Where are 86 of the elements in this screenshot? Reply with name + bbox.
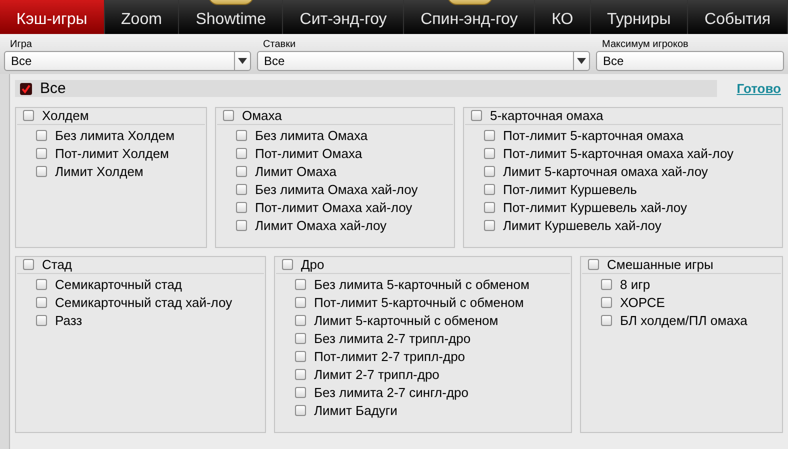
nav-tab[interactable]: Сит-энд-гоу: [283, 0, 404, 34]
checkbox[interactable]: [23, 110, 34, 121]
checkbox[interactable]: [236, 148, 247, 159]
nav-tab[interactable]: Zoom: [104, 0, 180, 34]
select-field[interactable]: Все: [596, 51, 784, 71]
group-title[interactable]: Дро: [301, 257, 324, 272]
checkbox[interactable]: [236, 202, 247, 213]
checkbox[interactable]: [295, 387, 306, 398]
option-label[interactable]: Пот-лимит Куршевель: [503, 182, 637, 197]
checkbox[interactable]: [36, 148, 47, 159]
checkbox[interactable]: [223, 110, 234, 121]
checkbox[interactable]: [236, 130, 247, 141]
option-label[interactable]: Без лимита 2-7 трипл-дро: [314, 331, 471, 346]
option-label[interactable]: Семикарточный стад: [55, 277, 182, 292]
checkbox[interactable]: [36, 166, 47, 177]
checkbox[interactable]: [601, 315, 612, 326]
checkbox[interactable]: [236, 166, 247, 177]
option-label[interactable]: Семикарточный стад хай-лоу: [55, 295, 232, 310]
option-label[interactable]: Пот-лимит Омаха: [255, 146, 362, 161]
checkbox[interactable]: [295, 369, 306, 380]
checkbox[interactable]: [295, 279, 306, 290]
nav-tab[interactable]: Турниры: [590, 0, 688, 34]
checkbox[interactable]: [295, 315, 306, 326]
option-label[interactable]: Пот-лимит 5-карточная омаха: [503, 128, 684, 143]
group-title[interactable]: Стад: [42, 257, 72, 272]
checkbox[interactable]: [484, 130, 495, 141]
checkbox[interactable]: [601, 297, 612, 308]
checkbox[interactable]: [484, 148, 495, 159]
option-label[interactable]: Пот-лимит Куршевель хай-лоу: [503, 200, 688, 215]
option-label[interactable]: Лимит Куршевель хай-лоу: [503, 218, 662, 233]
nav-tab[interactable]: События: [688, 0, 788, 34]
select-field[interactable]: Все: [257, 51, 590, 71]
option-label[interactable]: Разз: [55, 313, 82, 328]
option-label[interactable]: Лимит Омаха: [255, 164, 336, 179]
option-label[interactable]: Лимит Омаха хай-лоу: [255, 218, 387, 233]
option-label[interactable]: Без лимита 5-карточный с обменом: [314, 277, 530, 292]
all-label[interactable]: Все: [40, 80, 66, 97]
checkbox[interactable]: [23, 259, 34, 270]
select-field[interactable]: Все: [4, 51, 251, 71]
checkbox[interactable]: [295, 333, 306, 344]
option-label[interactable]: Лимит Бадуги: [314, 403, 398, 418]
option-label[interactable]: Лимит 2-7 трипл-дро: [314, 367, 440, 382]
option-label[interactable]: Лимит Холдем: [55, 164, 144, 179]
nav-tab[interactable]: Showtime: [179, 0, 284, 34]
option-label[interactable]: Без лимита Холдем: [55, 128, 175, 143]
option-label[interactable]: Без лимита Омаха: [255, 128, 368, 143]
checkbox[interactable]: [588, 259, 599, 270]
checkbox[interactable]: [601, 279, 612, 290]
option-label[interactable]: Без лимита Омаха хай-лоу: [255, 182, 418, 197]
group-title[interactable]: Холдем: [42, 108, 89, 123]
checkbox[interactable]: [295, 351, 306, 362]
checkbox[interactable]: [236, 220, 247, 231]
checkbox[interactable]: [236, 184, 247, 195]
option-label[interactable]: Лимит 5-карточный с обменом: [314, 313, 498, 328]
option-label[interactable]: Пот-лимит 2-7 трипл-дро: [314, 349, 466, 364]
option-label[interactable]: Пот-лимит Холдем: [55, 146, 169, 161]
checkbox[interactable]: [36, 130, 47, 141]
checkbox[interactable]: [295, 405, 306, 416]
option-label[interactable]: Пот-лимит 5-карточная омаха хай-лоу: [503, 146, 734, 161]
checkbox[interactable]: [484, 220, 495, 231]
option-label[interactable]: Лимит 5-карточная омаха хай-лоу: [503, 164, 708, 179]
option-label[interactable]: Пот-лимит 5-карточный с обменом: [314, 295, 524, 310]
checkbox[interactable]: [36, 315, 47, 326]
checkbox[interactable]: [471, 110, 482, 121]
option-label[interactable]: ХОРСЕ: [620, 295, 665, 310]
nav-tab[interactable]: КО: [535, 0, 591, 34]
filter-label: Ставки: [262, 38, 297, 51]
checkbox[interactable]: [36, 297, 47, 308]
option-label[interactable]: БЛ холдем/ПЛ омаха: [620, 313, 748, 328]
checkbox[interactable]: [295, 297, 306, 308]
nav-tab[interactable]: Кэш-игры: [0, 0, 105, 34]
filter-label: Максимум игроков: [601, 38, 690, 51]
checkbox[interactable]: [20, 82, 32, 95]
option-label[interactable]: 8 игр: [620, 277, 650, 292]
checkbox[interactable]: [36, 279, 47, 290]
nav-tab[interactable]: Спин-энд-гоу: [404, 0, 536, 34]
filter-label: Игра: [9, 38, 33, 51]
checkbox[interactable]: [484, 184, 495, 195]
group-title[interactable]: Омаха: [242, 108, 282, 123]
checkbox[interactable]: [484, 166, 495, 177]
checkbox[interactable]: [282, 259, 293, 270]
option-label[interactable]: Пот-лимит Омаха хай-лоу: [255, 200, 412, 215]
checkbox[interactable]: [484, 202, 495, 213]
group-title[interactable]: 5-карточная омаха: [490, 108, 604, 123]
group-title[interactable]: Смешанные игры: [607, 257, 714, 272]
option-label[interactable]: Без лимита 2-7 сингл-дро: [314, 385, 469, 400]
